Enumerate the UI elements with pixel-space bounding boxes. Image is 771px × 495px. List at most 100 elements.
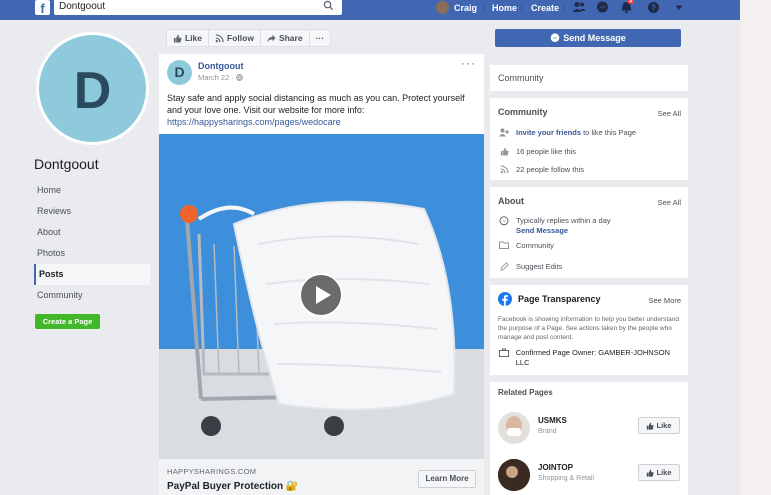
- help-icon[interactable]: ?: [647, 1, 660, 16]
- like-button-label: Like: [656, 468, 672, 477]
- link-preview[interactable]: HAPPYSHARINGS.COM PayPal Buyer Protectio…: [159, 459, 484, 495]
- share-arrow-icon: [267, 34, 276, 42]
- friend-requests-icon[interactable]: [572, 1, 586, 15]
- pencil-icon: [498, 262, 510, 271]
- suggest-edits-row: Suggest Edits: [498, 262, 562, 271]
- invite-friends-row: Invite your friends to like this Page: [498, 128, 636, 137]
- nav-divider: [483, 3, 484, 13]
- invite-friends-link[interactable]: Invite your friends: [516, 128, 581, 137]
- about-community-link[interactable]: Community: [516, 241, 554, 250]
- page-follows-row: 22 people follow this: [498, 165, 584, 174]
- post-video[interactable]: [159, 134, 484, 459]
- nav-home-link[interactable]: Home: [492, 3, 517, 13]
- link-preview-title: PayPal Buyer Protection 🔐: [167, 481, 299, 492]
- link-preview-domain: HAPPYSHARINGS.COM: [167, 467, 257, 476]
- nav-divider: [521, 3, 522, 13]
- related-pages-card: Related Pages USMKS Brand Like JOINTOP S…: [490, 382, 688, 495]
- nav-create-link[interactable]: Create: [531, 3, 559, 13]
- messenger-outline-icon: [498, 216, 510, 226]
- profile-initial: D: [73, 62, 112, 120]
- left-nav-photos[interactable]: Photos: [34, 243, 150, 264]
- like-page-button[interactable]: Like: [167, 30, 210, 46]
- messenger-icon: [550, 33, 560, 42]
- folder-icon: [498, 241, 510, 249]
- page-profile-picture[interactable]: D: [36, 32, 149, 145]
- left-nav-home[interactable]: Home: [34, 180, 150, 201]
- page-likes-count[interactable]: 16 people like this: [516, 147, 576, 156]
- page-post: D Dontgoout March 22 · ··· Stay safe and…: [159, 54, 484, 495]
- community-see-all-link[interactable]: See All: [658, 109, 681, 118]
- facebook-logo-icon[interactable]: f: [35, 0, 50, 16]
- post-body-link[interactable]: https://happysharings.com/pages/wedocare: [167, 117, 341, 127]
- page-transparency-title: Page Transparency: [518, 294, 601, 304]
- response-time-text: Typically replies within a day: [516, 216, 611, 225]
- left-nav-community[interactable]: Community: [34, 285, 150, 306]
- thumbs-up-icon: [647, 422, 655, 430]
- about-community-row: Community: [498, 241, 554, 250]
- more-options-label: ···: [315, 33, 325, 43]
- send-message-button[interactable]: Send Message: [495, 29, 681, 47]
- thumbs-up-icon: [173, 34, 182, 43]
- nav-user-profile[interactable]: Craig: [436, 0, 477, 15]
- community-tab-card[interactable]: Community: [490, 65, 688, 91]
- post-author-avatar[interactable]: D: [167, 60, 192, 85]
- nav-divider: [564, 3, 565, 13]
- play-icon: [316, 286, 331, 304]
- related-page-item[interactable]: JOINTOP Shopping & Retail Like: [498, 455, 680, 495]
- related-page-category: Brand: [538, 428, 557, 435]
- rss-follow-icon: [498, 165, 510, 174]
- more-options-button[interactable]: ···: [310, 30, 331, 46]
- page-follows-count[interactable]: 22 people follow this: [516, 165, 584, 174]
- account-menu-chevron-down-icon[interactable]: [675, 3, 683, 13]
- post-date-text: March 22 ·: [198, 73, 234, 82]
- share-page-button[interactable]: Share: [261, 30, 310, 46]
- suggest-edits-link[interactable]: Suggest Edits: [516, 262, 562, 271]
- follow-button-label: Follow: [227, 33, 254, 43]
- related-page-avatar: [498, 459, 530, 491]
- send-message-label: Send Message: [563, 33, 626, 43]
- search-icon[interactable]: [323, 0, 334, 13]
- messenger-icon[interactable]: [596, 1, 609, 16]
- thumbs-up-icon: [498, 147, 510, 156]
- post-timestamp[interactable]: March 22 ·: [198, 73, 243, 82]
- like-button-label: Like: [656, 421, 672, 430]
- related-page-item[interactable]: USMKS Brand Like: [498, 408, 680, 448]
- invite-friends-rest: to like this Page: [581, 128, 637, 137]
- related-page-like-button[interactable]: Like: [638, 417, 680, 434]
- about-send-message-link[interactable]: Send Message: [516, 226, 568, 235]
- play-video-button[interactable]: [299, 273, 343, 317]
- learn-more-button[interactable]: Learn More: [418, 470, 476, 488]
- about-card: About See All Typically replies within a…: [490, 187, 688, 278]
- create-page-button[interactable]: Create a Page: [35, 314, 100, 329]
- page-title[interactable]: Dontgoout: [34, 156, 99, 172]
- community-card-title: Community: [498, 107, 548, 117]
- transparency-description: Facebook is showing information to help …: [498, 316, 680, 341]
- post-author-name[interactable]: Dontgoout: [198, 61, 243, 71]
- page-likes-row: 16 people like this: [498, 147, 576, 156]
- search-input[interactable]: Dontgoout: [54, 0, 342, 15]
- related-page-like-button[interactable]: Like: [638, 464, 680, 481]
- post-options-button[interactable]: ···: [461, 56, 476, 70]
- screen-edge-background: [740, 0, 771, 495]
- share-button-label: Share: [278, 33, 303, 43]
- transparency-see-more-link[interactable]: See More: [648, 296, 681, 305]
- globe-icon: [236, 74, 243, 81]
- rss-follow-icon: [215, 33, 224, 42]
- related-pages-title: Related Pages: [498, 388, 553, 397]
- about-see-all-link[interactable]: See All: [658, 198, 681, 207]
- left-nav-posts[interactable]: Posts: [34, 264, 150, 285]
- related-page-name[interactable]: USMKS: [538, 416, 567, 425]
- confirmed-owner-text: Confirmed Page Owner: GAMBER-JOHNSON LLC: [515, 348, 670, 367]
- search-input-value: Dontgoout: [59, 1, 106, 12]
- related-page-name[interactable]: JOINTOP: [538, 463, 573, 472]
- related-page-category: Shopping & Retail: [538, 475, 595, 482]
- left-nav-reviews[interactable]: Reviews: [34, 201, 150, 222]
- left-nav-about[interactable]: About: [34, 222, 150, 243]
- about-card-title: About: [498, 196, 524, 206]
- invite-people-icon: [498, 128, 510, 137]
- follow-page-button[interactable]: Follow: [209, 30, 261, 46]
- like-button-label: Like: [185, 33, 203, 43]
- response-time-row: Typically replies within a day Send Mess…: [498, 216, 611, 236]
- svg-text:?: ?: [651, 4, 656, 13]
- confirmed-owner-row: Confirmed Page Owner: GAMBER-JOHNSON LLC: [498, 348, 682, 368]
